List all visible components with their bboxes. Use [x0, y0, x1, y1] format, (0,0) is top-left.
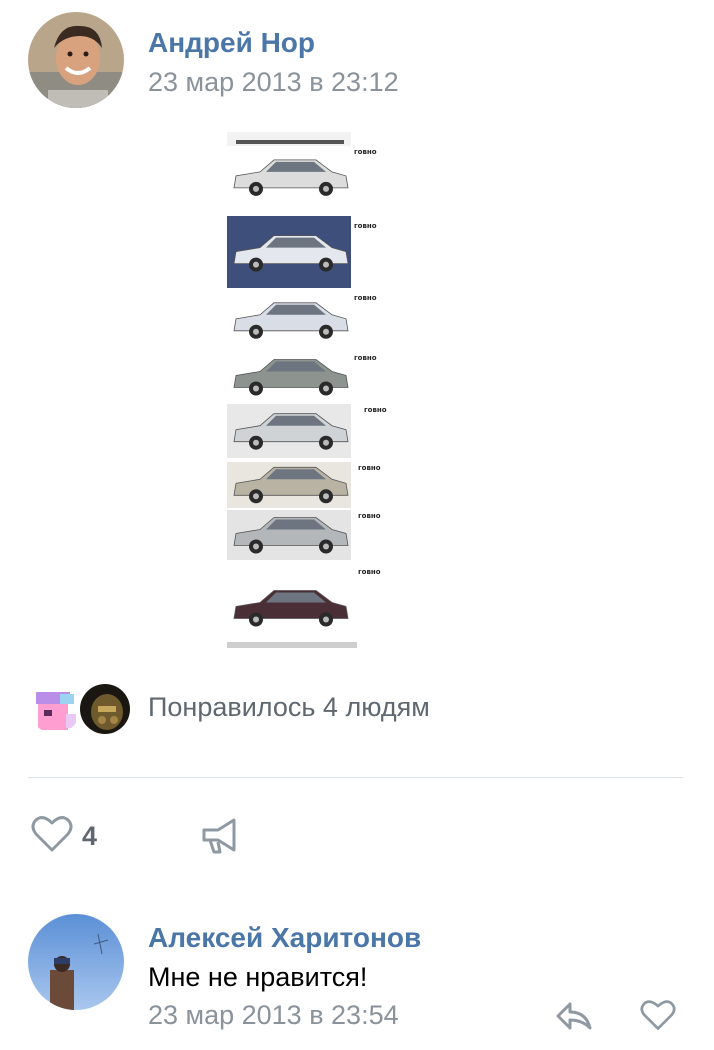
car-label: говно — [358, 512, 381, 520]
share-button[interactable] — [198, 814, 244, 858]
car-label: говно — [354, 148, 377, 156]
car-photo — [227, 352, 351, 402]
comment-like-button[interactable] — [638, 998, 678, 1034]
car-label: говно — [354, 222, 377, 230]
comment-author-name[interactable]: Алексей Харитонов — [148, 922, 421, 954]
comment-date: 23 мар 2013 в 23:54 — [148, 1000, 399, 1030]
reply-button[interactable] — [554, 998, 594, 1034]
likers-avatars[interactable] — [28, 680, 138, 738]
heart-icon — [30, 814, 74, 859]
post-image[interactable]: говно говно говно говно говно говно говно говно — [226, 132, 406, 648]
car-photo — [227, 148, 351, 206]
like-button[interactable]: 4 — [30, 814, 110, 858]
car-photo — [227, 510, 351, 560]
car-photo — [227, 292, 351, 348]
car-label: говно — [358, 464, 381, 472]
likes-summary[interactable]: Понравилось 4 людям — [148, 692, 430, 723]
megaphone-icon — [198, 818, 244, 862]
car-label: говно — [354, 294, 377, 302]
car-photo — [227, 572, 351, 642]
comment-text: Мне не нравится! — [148, 962, 368, 992]
like-count: 4 — [82, 820, 98, 851]
heart-icon — [638, 1000, 678, 1038]
post-date: 23 мар 2013 в 23:12 — [148, 67, 399, 97]
car-label: говно — [364, 406, 387, 414]
liker-avatar — [78, 682, 132, 736]
divider — [28, 777, 683, 778]
comment-author-avatar[interactable] — [28, 914, 124, 1010]
car-label: говно — [358, 568, 381, 576]
liker-avatar — [28, 682, 82, 736]
post-author-avatar[interactable] — [28, 12, 124, 108]
car-label: говно — [354, 354, 377, 362]
post-author-name[interactable]: Андрей Нор — [148, 27, 315, 59]
car-photo — [227, 216, 351, 288]
car-photo — [227, 462, 351, 508]
reply-icon — [554, 1002, 594, 1038]
car-photo — [227, 404, 351, 458]
